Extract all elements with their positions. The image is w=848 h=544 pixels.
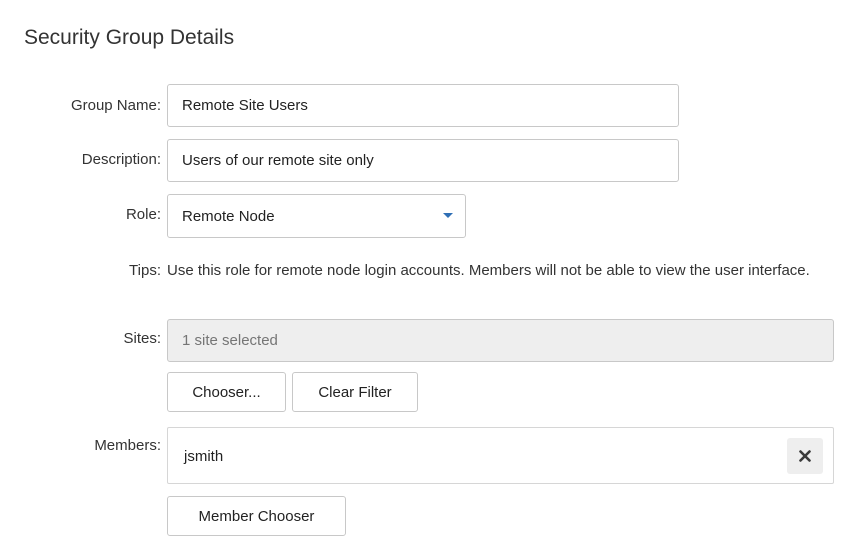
tips-text: Use this role for remote node login acco… xyxy=(167,262,810,279)
description-label: Description: xyxy=(81,151,161,168)
group-name-label: Group Name: xyxy=(70,97,161,114)
role-select[interactable]: Remote Node xyxy=(167,194,466,238)
description-input[interactable] xyxy=(167,139,679,182)
remove-member-button[interactable] xyxy=(787,438,823,474)
sites-label: Sites: xyxy=(123,330,161,347)
tips-label: Tips: xyxy=(129,262,161,279)
group-name-input[interactable] xyxy=(167,84,679,127)
chevron-down-icon xyxy=(443,213,453,218)
member-chooser-button[interactable]: Member Chooser xyxy=(167,496,346,536)
members-list: jsmith xyxy=(167,427,834,484)
role-label: Role: xyxy=(125,206,161,223)
page-title: Security Group Details xyxy=(24,26,235,49)
member-name: jsmith xyxy=(184,448,224,465)
clear-filter-button[interactable]: Clear Filter xyxy=(292,372,418,412)
chooser-button[interactable]: Chooser... xyxy=(167,372,286,412)
role-selected-value: Remote Node xyxy=(182,207,275,225)
sites-input xyxy=(167,319,834,362)
close-icon xyxy=(799,450,811,462)
members-label: Members: xyxy=(94,437,161,454)
